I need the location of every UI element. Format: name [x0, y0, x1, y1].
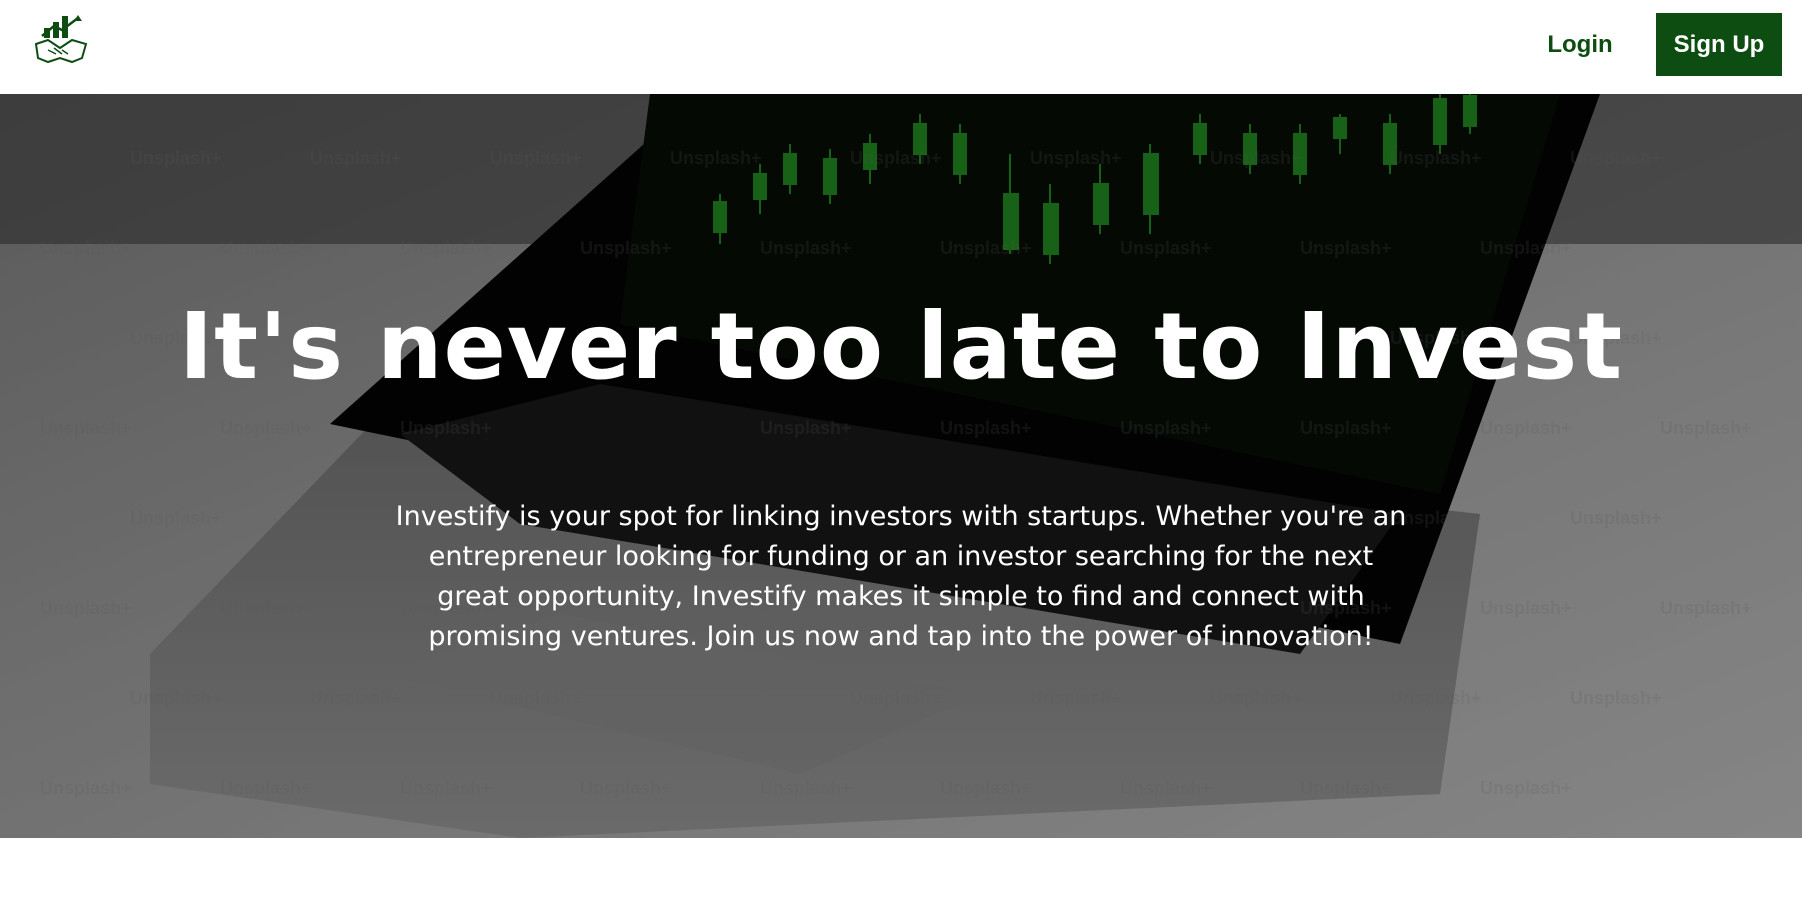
page-bottom-blank	[0, 838, 1802, 908]
login-button[interactable]: Login	[1530, 18, 1630, 72]
navbar: Login Sign Up	[0, 0, 1802, 94]
investify-logo-icon[interactable]	[32, 14, 90, 68]
hero-dark-overlay	[0, 94, 1802, 838]
hero-title: It's never too late to Invest	[178, 293, 1624, 400]
signup-button[interactable]: Sign Up	[1656, 13, 1782, 76]
hero-description: Investify is your spot for linking inves…	[395, 501, 1407, 652]
hero-section: Unsplash+ Unsplash+ Unsplash+ Unsplash+ Uns…	[0, 94, 1802, 838]
